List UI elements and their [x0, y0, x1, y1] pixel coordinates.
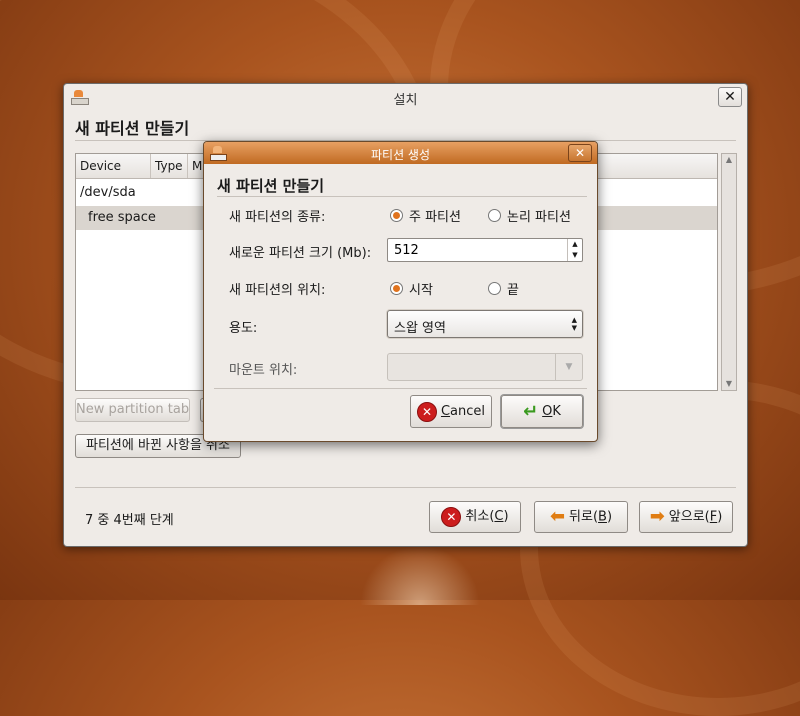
back-button[interactable]: ⬅ 뒤로(B) — [534, 501, 628, 533]
divider — [75, 487, 736, 488]
use-as-label: 용도: — [229, 321, 258, 336]
dialog-close-button[interactable]: ✕ — [568, 144, 592, 162]
radio-location-start[interactable]: 시작 — [390, 279, 433, 298]
radio-end-label: 끝 — [507, 283, 519, 298]
table-scrollbar[interactable]: ▲ ▼ — [721, 153, 737, 391]
scroll-down-icon[interactable]: ▼ — [722, 378, 736, 390]
use-as-select[interactable]: 스왑 영역 ▲ ▼ — [387, 310, 583, 338]
chevron-down-icon: ▼ — [555, 354, 582, 380]
forward-arrow-icon: ➡ — [649, 506, 665, 527]
radio-start-indicator — [390, 282, 403, 295]
radio-primary[interactable]: 주 파티션 — [390, 206, 461, 225]
back-arrow-icon: ⬅ — [549, 506, 566, 527]
partition-size-input[interactable] — [392, 242, 566, 259]
radio-location-end[interactable]: 끝 — [488, 279, 519, 298]
dialog-ok-mnemonic: O — [542, 404, 553, 419]
cancel-button[interactable]: ✕ 취소(C) — [429, 501, 521, 533]
divider — [217, 196, 587, 197]
radio-logical-label: 논리 파티션 — [507, 210, 571, 225]
partition-size-spinner[interactable]: ▲▼ — [387, 238, 583, 262]
cancel-label-end: ) — [503, 509, 509, 524]
dialog-ok-button[interactable]: ↵ OK — [501, 395, 583, 428]
dialog-cancel-label: ancel — [450, 404, 486, 419]
partition-size-label: 새로운 파티션 크기 (Mb): — [229, 246, 372, 261]
column-type[interactable]: Type — [151, 154, 188, 178]
dialog-ok-label: K — [552, 404, 561, 419]
cancel-icon: ✕ — [416, 401, 437, 422]
wallpaper-flame — [360, 545, 480, 605]
mount-point-label: 마운트 위치: — [229, 363, 298, 378]
forward-button[interactable]: ➡ 앞으로(F) — [639, 501, 733, 533]
radio-logical[interactable]: 논리 파티션 — [488, 206, 571, 225]
back-mnemonic: B — [598, 509, 607, 525]
dialog-titlebar[interactable]: 파티션 생성 ✕ — [204, 142, 597, 164]
page-title: 새 파티션 만들기 — [75, 119, 190, 138]
dialog-cancel-button[interactable]: ✕ Cancel — [410, 395, 492, 428]
column-device[interactable]: Device — [76, 154, 151, 178]
forward-label-end: ) — [717, 509, 723, 525]
window-close-button[interactable]: ✕ — [718, 87, 742, 107]
radio-end-indicator — [488, 282, 501, 295]
radio-primary-label: 주 파티션 — [409, 210, 461, 225]
partition-type-label: 새 파티션의 종류: — [229, 210, 326, 225]
row-device: /dev/sda — [80, 185, 136, 200]
row-device: free space — [88, 210, 156, 225]
cancel-icon: ✕ — [441, 506, 462, 527]
window-titlebar[interactable]: 설치 ✕ — [64, 84, 747, 110]
use-as-value: 스왑 영역 — [394, 321, 446, 336]
back-label: 뒤로( — [569, 509, 599, 525]
cancel-label: 취소( — [465, 509, 495, 524]
dialog-heading: 새 파티션 만들기 — [217, 177, 325, 195]
spinner-arrows-icon[interactable]: ▲ ▼ — [567, 239, 582, 261]
mount-point-select[interactable]: ▼ — [387, 353, 583, 381]
forward-label: 앞으로( — [668, 509, 710, 525]
select-arrows-icon: ▲ ▼ — [571, 316, 577, 332]
radio-logical-indicator — [488, 209, 501, 222]
scroll-up-icon[interactable]: ▲ — [722, 154, 736, 166]
back-label-end: ) — [606, 509, 613, 525]
cancel-mnemonic: C — [494, 509, 504, 524]
new-partition-table-button[interactable]: New partition table — [75, 398, 190, 422]
radio-start-label: 시작 — [409, 283, 433, 298]
create-partition-dialog: 파티션 생성 ✕ 새 파티션 만들기 새 파티션의 종류: 주 파티션 논리 파… — [203, 141, 598, 442]
dialog-title: 파티션 생성 — [370, 148, 430, 162]
radio-primary-indicator — [390, 209, 403, 222]
dialog-cancel-mnemonic: C — [440, 404, 451, 419]
ok-check-icon: ↵ — [523, 401, 539, 422]
window-title: 설치 — [393, 93, 418, 108]
divider — [214, 388, 587, 389]
partition-location-label: 새 파티션의 위치: — [229, 283, 326, 298]
step-indicator: 7 중 4번째 단계 — [85, 513, 174, 528]
